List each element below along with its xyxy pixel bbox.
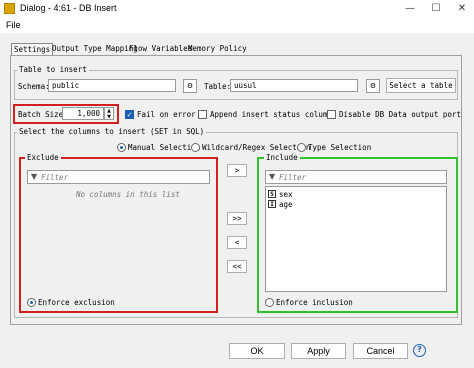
table-input[interactable]: uusul xyxy=(230,79,358,92)
enforce-exclusion-label: Enforce exclusion xyxy=(38,298,115,307)
remove-button[interactable]: < xyxy=(227,236,247,249)
batch-size-stepper[interactable]: ▲ ▼ xyxy=(104,107,114,120)
disable-output-label: Disable DB Data output port xyxy=(339,110,461,119)
menu-bar xyxy=(0,18,474,33)
batch-size-label: Batch Size: xyxy=(18,110,68,119)
disable-output-checkbox[interactable] xyxy=(327,110,336,119)
exclude-filter-placeholder: Filter xyxy=(41,173,69,182)
list-item[interactable]: age xyxy=(279,200,293,209)
wildcard-selection-radio[interactable] xyxy=(191,143,200,152)
schema-label: Schema: xyxy=(18,82,50,91)
table-to-insert-legend: Table to insert xyxy=(17,65,89,74)
apply-button[interactable]: Apply xyxy=(291,343,346,359)
wildcard-selection-label: Wildcard/Regex Selection xyxy=(202,143,311,152)
append-status-label: Append insert status columns xyxy=(210,110,337,119)
string-type-icon: S xyxy=(268,190,276,198)
list-item[interactable]: sex xyxy=(279,190,293,199)
remove-all-button[interactable]: << xyxy=(227,260,247,273)
manual-selection-label: Manual Selection xyxy=(128,143,201,152)
schema-input[interactable]: public xyxy=(48,79,176,92)
maximize-icon[interactable]: ☐ xyxy=(424,0,448,18)
fail-on-error-checkbox[interactable]: ✓ xyxy=(125,110,134,119)
ok-button[interactable]: OK xyxy=(229,343,285,359)
column-selection-legend: Select the columns to insert (SET in SQL… xyxy=(17,127,207,136)
table-label: Table: xyxy=(204,82,232,91)
menu-file[interactable]: File xyxy=(6,20,21,30)
manual-selection-radio[interactable] xyxy=(117,143,126,152)
enforce-inclusion-radio[interactable] xyxy=(265,298,274,307)
help-icon[interactable]: ? xyxy=(413,344,426,357)
type-selection-label: Type Selection xyxy=(308,143,372,152)
select-table-button[interactable]: Select a table xyxy=(386,78,456,93)
integer-type-icon: I xyxy=(268,200,276,208)
exclude-empty-text: No columns in this list xyxy=(76,190,180,199)
enforce-exclusion-radio[interactable] xyxy=(27,298,36,307)
enforce-inclusion-label: Enforce inclusion xyxy=(276,298,353,307)
exclude-list[interactable] xyxy=(27,186,210,292)
add-button[interactable]: > xyxy=(227,164,247,177)
include-label: Include xyxy=(264,153,300,162)
exclude-label: Exclude xyxy=(25,153,61,162)
include-filter-placeholder: Filter xyxy=(279,173,307,182)
app-icon xyxy=(4,3,15,14)
type-selection-radio[interactable] xyxy=(297,143,306,152)
window-title: Dialog - 4:61 - DB Insert xyxy=(20,3,117,13)
fail-on-error-label: Fail on error xyxy=(137,110,196,119)
batch-size-input[interactable]: 1,000 xyxy=(62,107,104,120)
flow-variable-icon[interactable]: ⚙ xyxy=(183,79,197,93)
filter-icon: ▼ xyxy=(269,172,276,181)
minimize-icon[interactable]: — xyxy=(398,0,422,18)
tab-memory-policy[interactable]: Memory Policy xyxy=(186,43,249,55)
cancel-button[interactable]: Cancel xyxy=(353,343,408,359)
add-all-button[interactable]: >> xyxy=(227,212,247,225)
tab-settings[interactable]: Settings xyxy=(11,43,54,55)
append-status-checkbox[interactable] xyxy=(198,110,207,119)
close-icon[interactable]: ✕ xyxy=(450,0,474,18)
filter-icon: ▼ xyxy=(31,172,38,181)
tab-flow-variables[interactable]: Flow Variables xyxy=(127,43,194,55)
flow-variable-icon[interactable]: ⚙ xyxy=(366,79,380,93)
